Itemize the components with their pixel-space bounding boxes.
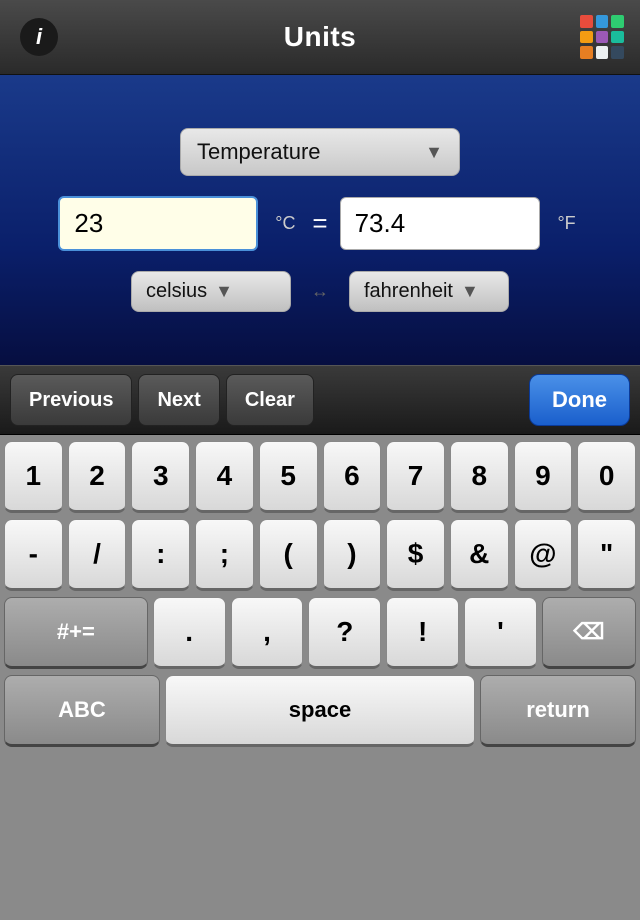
page-title: Units <box>284 21 357 53</box>
number-row: 1 2 3 4 5 6 7 8 9 0 <box>4 441 636 513</box>
key-abc[interactable]: ABC <box>4 675 160 747</box>
key-minus[interactable]: - <box>4 519 63 591</box>
key-7[interactable]: 7 <box>386 441 445 513</box>
key-space[interactable]: space <box>165 675 475 747</box>
swap-icon: ↔ <box>311 281 329 302</box>
from-unit-selector[interactable]: celsius ▼ <box>131 271 291 312</box>
special-row: #+= . , ? ! ' ⌫ <box>4 597 636 669</box>
category-row: Temperature ▼ <box>180 128 460 176</box>
next-button[interactable]: Next <box>138 374 219 426</box>
key-comma[interactable]: , <box>231 597 304 669</box>
key-3[interactable]: 3 <box>131 441 190 513</box>
keyboard: 1 2 3 4 5 6 7 8 9 0 - / : ; ( ) $ & @ " … <box>0 435 640 920</box>
dropdown-arrow-icon: ▼ <box>425 142 443 163</box>
key-quote[interactable]: " <box>577 519 636 591</box>
to-unit-arrow-icon: ▼ <box>461 281 479 302</box>
output-value: 73.4 <box>340 197 540 250</box>
grid-button[interactable] <box>580 15 624 59</box>
key-0[interactable]: 0 <box>577 441 636 513</box>
key-slash[interactable]: / <box>68 519 127 591</box>
key-question[interactable]: ? <box>308 597 381 669</box>
key-ampersand[interactable]: & <box>450 519 509 591</box>
key-6[interactable]: 6 <box>323 441 382 513</box>
equals-sign: = <box>312 208 327 239</box>
key-1[interactable]: 1 <box>4 441 63 513</box>
key-exclaim[interactable]: ! <box>386 597 459 669</box>
key-2[interactable]: 2 <box>68 441 127 513</box>
key-colon[interactable]: : <box>131 519 190 591</box>
key-semicolon[interactable]: ; <box>195 519 254 591</box>
from-input[interactable] <box>58 196 258 251</box>
input-row: °C = 73.4 °F <box>20 196 620 251</box>
symbol-row: - / : ; ( ) $ & @ " <box>4 519 636 591</box>
key-hashplus[interactable]: #+= <box>4 597 148 669</box>
category-label: Temperature <box>197 139 321 165</box>
header: i Units <box>0 0 640 75</box>
conversion-area: Temperature ▼ °C = 73.4 °F celsius ▼ ↔ f… <box>0 75 640 365</box>
toolbar: Previous Next Clear Done <box>0 365 640 435</box>
key-at[interactable]: @ <box>514 519 573 591</box>
to-unit-selector[interactable]: fahrenheit ▼ <box>349 271 509 312</box>
from-unit-name: celsius <box>146 280 207 303</box>
delete-key[interactable]: ⌫ <box>542 597 636 669</box>
previous-button[interactable]: Previous <box>10 374 132 426</box>
info-icon: i <box>36 24 42 50</box>
from-unit-label: °C <box>270 213 300 234</box>
key-dollar[interactable]: $ <box>386 519 445 591</box>
category-dropdown[interactable]: Temperature ▼ <box>180 128 460 176</box>
key-8[interactable]: 8 <box>450 441 509 513</box>
info-button[interactable]: i <box>20 18 58 56</box>
unit-selector-row: celsius ▼ ↔ fahrenheit ▼ <box>20 271 620 312</box>
bottom-row: ABC space return <box>4 675 636 747</box>
key-open-paren[interactable]: ( <box>259 519 318 591</box>
key-5[interactable]: 5 <box>259 441 318 513</box>
key-close-paren[interactable]: ) <box>323 519 382 591</box>
key-return[interactable]: return <box>480 675 636 747</box>
to-unit-name: fahrenheit <box>364 280 453 303</box>
key-4[interactable]: 4 <box>195 441 254 513</box>
key-9[interactable]: 9 <box>514 441 573 513</box>
clear-button[interactable]: Clear <box>226 374 314 426</box>
to-unit-label: °F <box>552 213 582 234</box>
key-apostrophe[interactable]: ' <box>464 597 537 669</box>
from-unit-arrow-icon: ▼ <box>215 281 233 302</box>
done-button[interactable]: Done <box>529 374 630 426</box>
key-period[interactable]: . <box>153 597 226 669</box>
